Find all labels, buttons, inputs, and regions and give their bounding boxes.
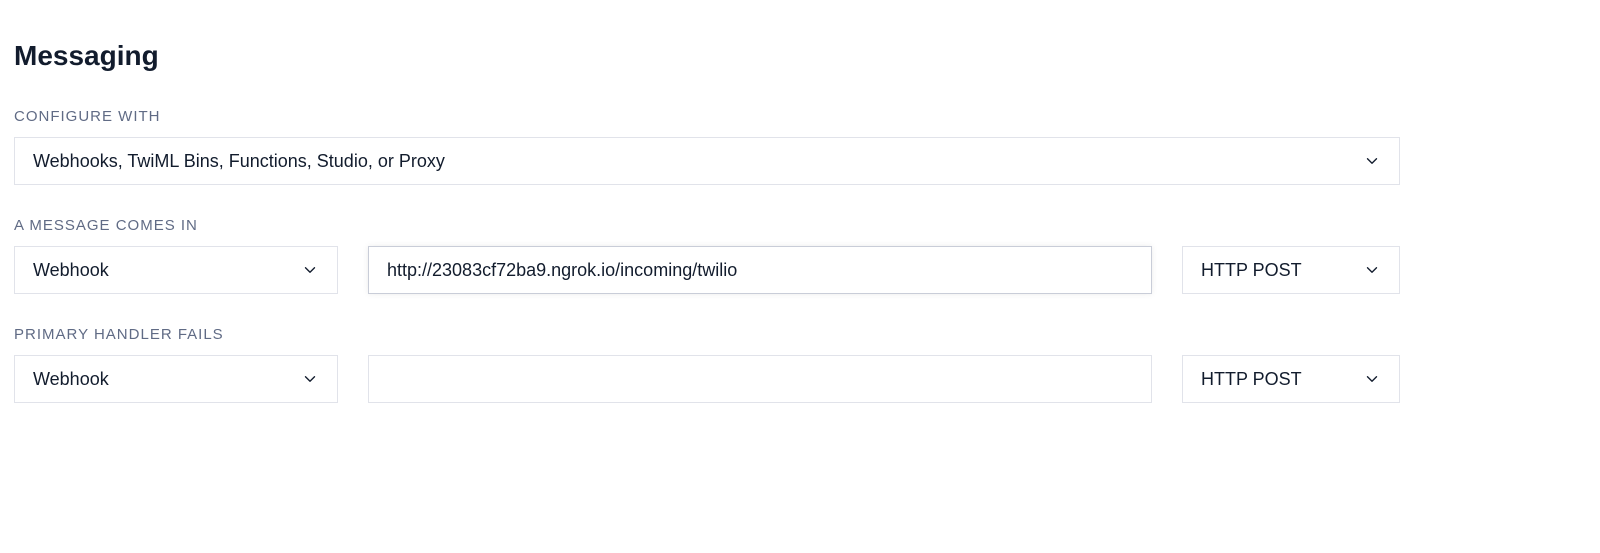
chevron-down-icon	[1363, 152, 1381, 170]
configure-with-select[interactable]: Webhooks, TwiML Bins, Functions, Studio,…	[14, 137, 1400, 185]
chevron-down-icon	[301, 261, 319, 279]
chevron-down-icon	[1363, 370, 1381, 388]
configure-with-label: CONFIGURE WITH	[14, 108, 1400, 125]
chevron-down-icon	[1363, 261, 1381, 279]
message-comes-in-type-select[interactable]: Webhook	[14, 246, 338, 294]
primary-handler-fails-type-select[interactable]: Webhook	[14, 355, 338, 403]
message-comes-in-method-select[interactable]: HTTP POST	[1182, 246, 1400, 294]
primary-handler-fails-type-value: Webhook	[33, 369, 109, 390]
primary-handler-fails-method-select[interactable]: HTTP POST	[1182, 355, 1400, 403]
configure-with-value: Webhooks, TwiML Bins, Functions, Studio,…	[33, 151, 445, 172]
section-title: Messaging	[14, 40, 1586, 72]
message-comes-in-label: A MESSAGE COMES IN	[14, 217, 1586, 234]
primary-handler-fails-label: PRIMARY HANDLER FAILS	[14, 326, 1586, 343]
message-comes-in-type-value: Webhook	[33, 260, 109, 281]
message-comes-in-url-input[interactable]	[368, 246, 1152, 294]
chevron-down-icon	[301, 370, 319, 388]
primary-handler-fails-method-value: HTTP POST	[1201, 369, 1302, 390]
message-comes-in-method-value: HTTP POST	[1201, 260, 1302, 281]
primary-handler-fails-url-input[interactable]	[368, 355, 1152, 403]
